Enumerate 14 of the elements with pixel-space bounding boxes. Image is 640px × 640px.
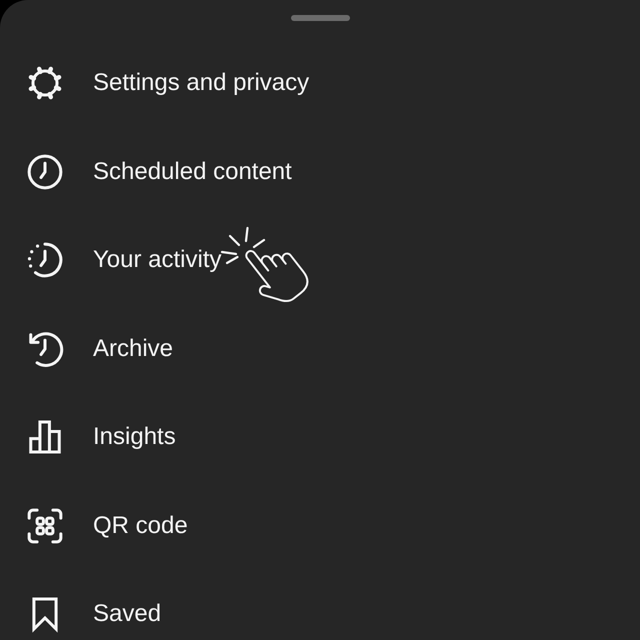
qr-code-icon [26, 506, 64, 545]
clock-icon [26, 152, 64, 191]
menu-item[interactable]: QR code [26, 506, 188, 545]
dashed-clock-icon [26, 241, 64, 280]
menu-item[interactable]: Saved [26, 595, 162, 634]
menu-item[interactable]: Your activity [26, 241, 222, 280]
bar-chart-icon [26, 418, 64, 456]
drag-handle[interactable] [290, 15, 350, 21]
menu-item[interactable]: Archive [26, 330, 174, 368]
menu-item[interactable]: Settings and privacy [26, 64, 310, 102]
menu-item[interactable]: Scheduled content [26, 152, 292, 191]
menu-item[interactable]: Insights [26, 418, 176, 456]
gear-icon [26, 64, 64, 102]
clock-arrow-icon [26, 330, 64, 368]
